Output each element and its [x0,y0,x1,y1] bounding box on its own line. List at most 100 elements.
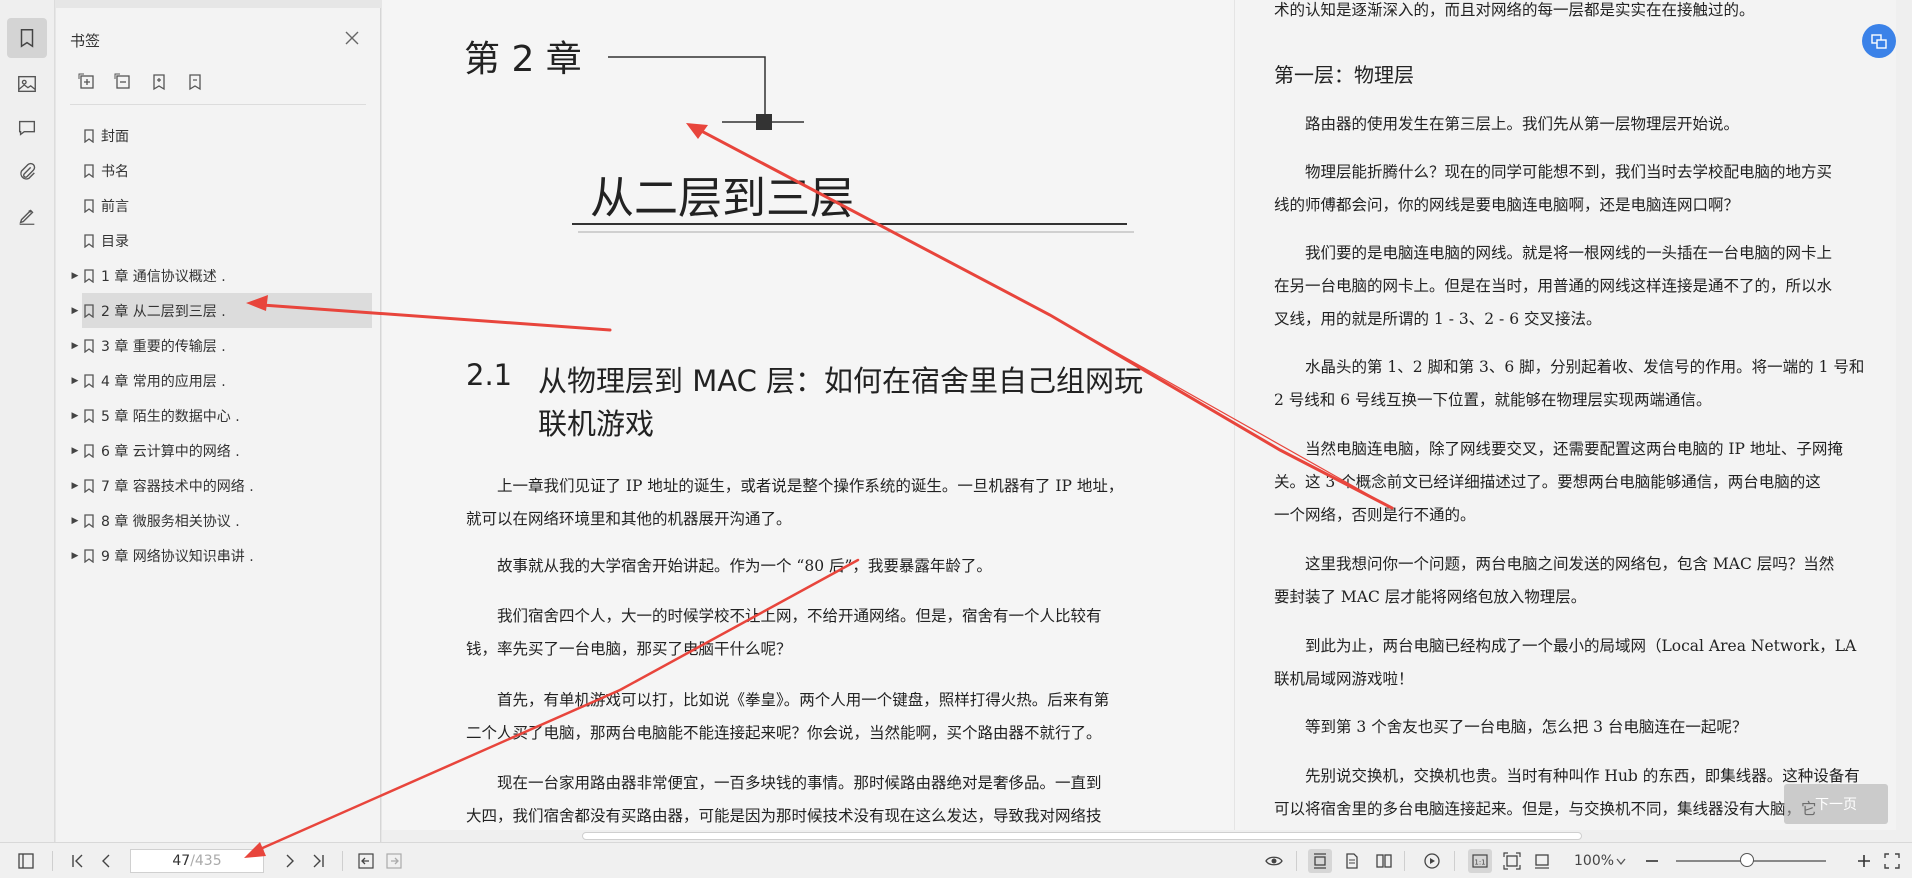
bookmark-item[interactable]: ▶ 9 章 网络协议知识串讲 . [56,538,381,573]
bookmark-icon [84,268,94,283]
zoom-dropdown-icon[interactable] [1616,858,1626,866]
page-number-input[interactable]: 47/435 [130,849,264,873]
fit-page-button[interactable] [1500,849,1524,873]
svg-text:1:1: 1:1 [1474,859,1485,867]
expand-arrow-icon[interactable]: ▶ [70,341,80,351]
bookmark-item[interactable]: ▶ 4 章 常用的应用层 . [56,363,381,398]
comment-icon [18,120,36,136]
bookmark-toolbar [74,70,208,94]
bookmark-item[interactable]: ▶ 1 章 通信协议概述 . [56,258,381,293]
expand-arrow-icon[interactable]: ▶ [70,271,80,281]
bookmark-label: 书名 [101,163,129,180]
zoom-slider-handle[interactable] [1739,853,1754,867]
expand-arrow-icon[interactable]: ▶ [70,411,80,421]
bookmarks-panel-title: 书签 [70,32,101,50]
right-page-top-line: 术的认知是逐渐深入的，而且对网络的每一层都是实实在在接触过的。 [1274,1,1755,19]
remove-bookmark-button[interactable] [182,70,208,94]
toolbar-separator [1454,851,1455,871]
body-text-line: 叉线，用的就是所谓的 1 - 3、2 - 6 交叉接法。 [1274,310,1602,328]
next-page-float-button[interactable]: 下一页 [1784,784,1888,824]
page-left: 第 2 章 从二层到三层 2.1 从物理层到 MAC 层：如何在宿舍里自己组网玩… [382,0,1230,830]
forward-arrow-icon [386,853,402,869]
body-text-line: 一个网络，否则是行不通的。 [1274,506,1476,524]
forward-view-button[interactable] [382,849,406,873]
play-slideshow-button[interactable] [1420,849,1444,873]
bookmark-label: 1 章 通信协议概述 . [101,268,226,285]
bookmark-icon [84,513,94,528]
add-bookmark-button[interactable] [146,70,172,94]
continuous-view-button[interactable] [1340,849,1364,873]
body-text-line: 路由器的使用发生在第三层上。我们先从第一层物理层开始说。 [1274,115,1740,133]
minus-icon [1646,860,1658,862]
two-page-view-button[interactable] [1372,849,1396,873]
bookmark-label: 目录 [101,233,129,250]
bookmark-item[interactable]: 前言 [56,188,381,223]
back-view-button[interactable] [354,849,378,873]
bookmark-item[interactable]: 封面 [56,118,381,153]
comment-panel-button[interactable] [7,108,47,148]
bookmark-item[interactable]: ▶ 2 章 从二层到三层 . [72,293,372,328]
next-page-button[interactable] [278,849,302,873]
thumbnail-panel-button[interactable] [7,64,47,104]
bookmark-item[interactable]: ▶ 8 章 微服务相关协议 . [56,503,381,538]
bookmark-item[interactable]: 目录 [56,223,381,258]
vertical-scrollbar[interactable] [1896,0,1912,830]
translate-float-button[interactable] [1862,24,1896,58]
document-viewport[interactable]: 第 2 章 从二层到三层 2.1 从物理层到 MAC 层：如何在宿舍里自己组网玩… [382,0,1912,830]
chapter-title: 从二层到三层 [590,173,854,224]
bookmark-label: 封面 [101,128,129,145]
attachment-panel-button[interactable] [7,152,47,192]
expand-arrow-icon[interactable]: ▶ [70,446,80,456]
close-panel-button[interactable] [340,26,364,50]
section-title-line-2: 联机游戏 [538,407,655,441]
horizontal-scrollbar[interactable] [382,830,1912,842]
actual-size-button[interactable]: 1:1 [1468,849,1492,873]
panel-divider [70,104,366,105]
pdf-reader-window: 书签 封面书名前言目录 ▶ 1 章 通信协议概述 . ▶ 2 章 从二层到三层 . ▶ 3 … [0,0,1912,878]
body-text-line: 2 号线和 6 号线互换一下位置，就能够在物理层实现两端通信。 [1274,391,1712,409]
toolbar-separator [1296,851,1297,871]
expand-arrow-icon[interactable]: ▶ [70,551,80,561]
body-text-line: 二个人买了电脑，那两台电脑能不能连接起来呢？你会说，当然能啊，买个路由器不就行了… [466,724,1102,742]
total-pages: /435 [190,853,222,869]
bookmark-item[interactable]: ▶ 6 章 云计算中的网络 . [56,433,381,468]
zoom-out-button[interactable] [1640,849,1664,873]
bookmark-icon [84,443,94,458]
bookmark-icon [20,29,34,48]
collapse-all-button[interactable] [110,70,136,94]
bookmark-item[interactable]: ▶ 5 章 陌生的数据中心 . [56,398,381,433]
bookmark-item[interactable]: ▶ 3 章 重要的传输层 . [56,328,381,363]
single-page-view-button[interactable] [1308,849,1332,873]
single-page-icon [1314,853,1326,869]
eye-protection-button[interactable] [1262,849,1286,873]
bookmark-panel-button[interactable] [7,18,47,58]
toolbar-separator [52,851,53,871]
fullscreen-button[interactable] [1880,849,1904,873]
expand-arrow-icon[interactable]: ▶ [70,481,80,491]
expand-all-button[interactable] [74,70,100,94]
zoom-level[interactable]: 100% [1574,853,1614,869]
bookmark-icon [84,338,94,353]
last-page-button[interactable] [306,849,330,873]
first-page-button[interactable] [66,849,90,873]
fit-width-button[interactable] [1530,849,1554,873]
bookmark-item[interactable]: ▶ 7 章 容器技术中的网络 . [56,468,381,503]
bookmark-label: 前言 [101,198,129,215]
expand-all-icon [78,73,94,89]
toolbar-separator [1404,851,1405,871]
expand-arrow-icon[interactable]: ▶ [70,516,80,526]
expand-arrow-icon[interactable]: ▶ [70,376,80,386]
bookmark-icon [84,128,94,143]
bookmark-label: 4 章 常用的应用层 . [101,373,226,390]
bookmark-item[interactable]: 书名 [56,153,381,188]
horizontal-scroll-thumb[interactable] [582,832,1582,840]
zoom-in-button[interactable] [1852,849,1876,873]
previous-page-button[interactable] [94,849,118,873]
play-icon [1424,853,1440,869]
bookmark-icon [84,373,94,388]
toggle-sidebar-button[interactable] [14,849,38,873]
bookmark-icon [84,198,94,213]
signature-panel-button[interactable] [7,196,47,236]
expand-arrow-icon[interactable]: ▶ [70,306,80,316]
document-icon [1346,853,1358,869]
